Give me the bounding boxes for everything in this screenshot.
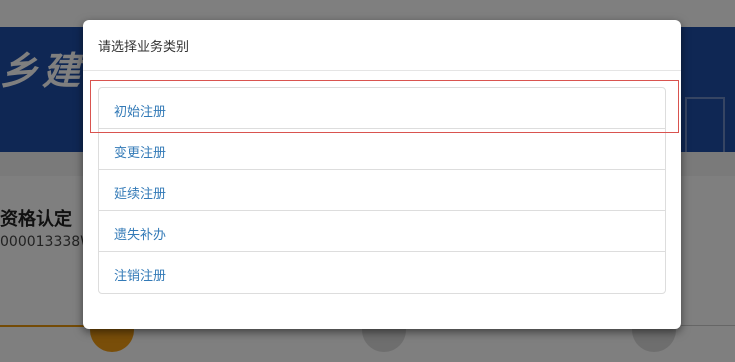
option-change-registration[interactable]: 变更注册 (99, 129, 665, 170)
modal-body: 初始注册 变更注册 延续注册 遗失补办 注销注册 (83, 71, 681, 294)
option-initial-registration[interactable]: 初始注册 (99, 88, 665, 129)
business-type-modal: 请选择业务类别 初始注册 变更注册 延续注册 遗失补办 注销注册 (83, 20, 681, 329)
modal-header: 请选择业务类别 (83, 20, 681, 71)
business-type-list: 初始注册 变更注册 延续注册 遗失补办 注销注册 (98, 87, 666, 294)
option-cancel-registration[interactable]: 注销注册 (99, 252, 665, 293)
option-renewal-registration[interactable]: 延续注册 (99, 170, 665, 211)
modal-title: 请选择业务类别 (98, 40, 190, 55)
option-loss-reissue[interactable]: 遗失补办 (99, 211, 665, 252)
